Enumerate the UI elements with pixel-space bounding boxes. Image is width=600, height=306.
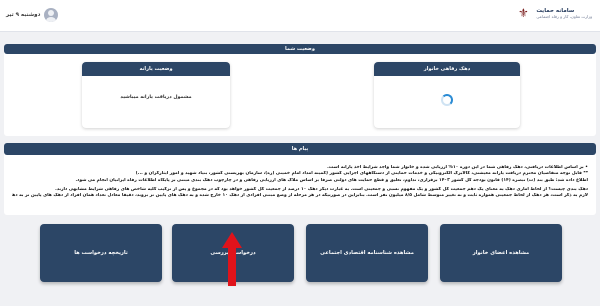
status-panel-title: وضعیت شما	[4, 44, 596, 54]
message-line: اطلاع داده شد: طبق بند (ت) تبصره (۱۴) قا…	[75, 177, 588, 183]
message-line: لازم به ذکر است، هر دهک از لحاظ جمعیتی ه…	[12, 193, 588, 199]
user-date-box[interactable]: دوشنبه ۹ تیر	[6, 8, 59, 22]
date-label: دوشنبه ۹ تیر	[6, 12, 41, 18]
decile-card-title: دهک رفاهی خانوار	[374, 62, 520, 76]
brand-text: سامانه حمایت وزارت تعاون، کار و رفاه اجت…	[536, 8, 592, 19]
loading-spinner-icon	[441, 94, 453, 106]
user-avatar-icon[interactable]	[44, 8, 59, 22]
messages-body: • بر اساس اطلاعات دریافتی، دهک رفاهی شما…	[4, 155, 596, 199]
messages-panel: پیام ها • بر اساس اطلاعات دریافتی، دهک ر…	[4, 143, 596, 215]
top-bar: سامانه حمایت وزارت تعاون، کار و رفاه اجت…	[0, 0, 600, 32]
subsidy-card: وضعیت یارانه مشمول دریافت یارانه میباشید	[82, 62, 230, 128]
red-arrow-up-icon	[222, 232, 242, 286]
brand: سامانه حمایت وزارت تعاون، کار و رفاه اجت…	[516, 6, 592, 20]
status-panel: وضعیت شما دهک رفاهی خانوار وضعیت یارانه …	[4, 44, 596, 136]
brand-subtitle: وزارت تعاون، کار و رفاه اجتماعی	[536, 13, 592, 19]
messages-panel-title: پیام ها	[4, 143, 596, 155]
iran-emblem-icon: ⚜	[517, 6, 529, 20]
view-household-members-button[interactable]: مشاهده اعضای خانوار	[440, 224, 562, 282]
request-history-button[interactable]: تاریخچه درخواست ها	[40, 224, 162, 282]
view-socioeconomic-id-button[interactable]: مشاهده شناسنامه اقتصادی اجتماعی	[306, 224, 428, 282]
subsidy-card-title: وضعیت یارانه	[82, 62, 230, 76]
decile-card: دهک رفاهی خانوار	[374, 62, 520, 128]
subsidy-status-text: مشمول دریافت یارانه میباشید	[120, 95, 192, 100]
